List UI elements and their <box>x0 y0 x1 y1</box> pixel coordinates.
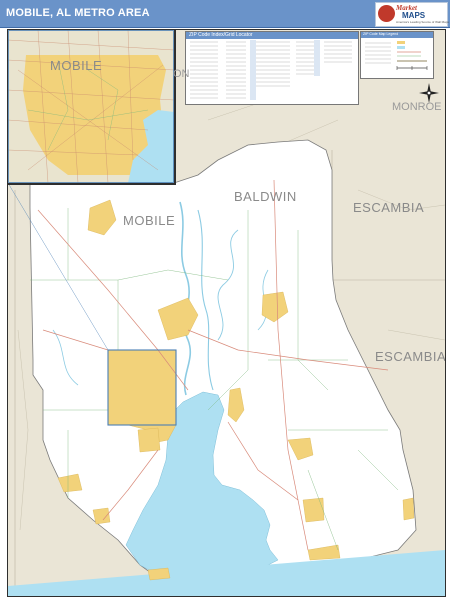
map-legend: ZIP Code Map Legend <box>360 31 434 79</box>
map-page: MOBILE, AL METRO AREA Market MAPS Americ… <box>0 0 450 600</box>
zip-index-rows <box>190 40 352 100</box>
county-label-baldwin: BALDWIN <box>234 189 297 204</box>
logo-globe-icon <box>378 5 395 22</box>
title-bar: MOBILE, AL METRO AREA Market MAPS Americ… <box>0 0 450 28</box>
market-maps-logo: Market MAPS America's Leading Source of … <box>375 2 449 27</box>
map-canvas[interactable]: MOBILE ZIP Code Index/Grid Locator ZIP C… <box>7 29 446 597</box>
inset-county-label: MOBILE <box>50 58 103 73</box>
inset-svg <box>8 30 174 183</box>
county-label-mobile: MOBILE <box>123 213 176 228</box>
map-title: MOBILE, AL METRO AREA <box>6 7 150 19</box>
north-arrow-icon <box>419 83 439 103</box>
zip-index-header: ZIP Code Index/Grid Locator <box>186 32 358 39</box>
zip-index-table: ZIP Code Index/Grid Locator <box>185 31 359 105</box>
county-label-washington-fragment: ON <box>173 68 190 80</box>
zip-index-title: ZIP Code Index/Grid Locator <box>189 32 253 38</box>
logo-tagline: America's Leading Source of Wall Maps <box>396 20 449 24</box>
inset-map[interactable]: MOBILE <box>8 30 176 185</box>
county-label-escambia-lower: ESCAMBIA <box>375 349 446 364</box>
county-label-escambia-upper: ESCAMBIA <box>353 200 425 215</box>
legend-swatches <box>365 41 428 70</box>
county-label-monroe: MONROE <box>392 101 442 113</box>
legend-title: ZIP Code Map Legend <box>363 32 399 36</box>
logo-word-maps: MAPS <box>402 11 426 20</box>
